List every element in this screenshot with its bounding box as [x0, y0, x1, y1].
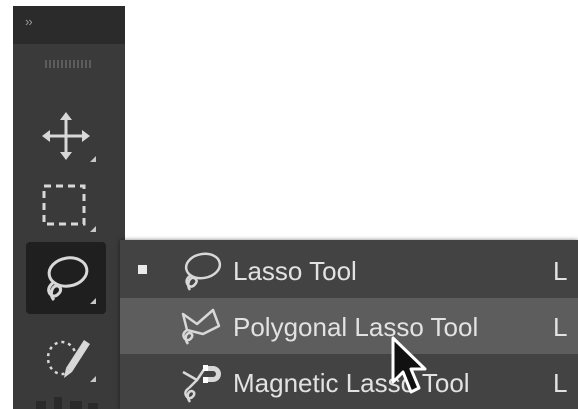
menu-item-polygonal-lasso-tool[interactable]: Polygonal Lasso Tool L	[120, 298, 578, 354]
magnetic-lasso-icon	[182, 365, 221, 403]
menu-item-shortcut: L	[553, 368, 568, 398]
partially-visible-tool-icon	[36, 397, 98, 409]
menu-item-shortcut: L	[553, 312, 568, 342]
photoshop-tool-panel: ›› Lasso Tool L Polygonal Lasso Tool L M…	[0, 0, 578, 409]
collapse-panel-icon[interactable]: ››	[25, 14, 33, 29]
submenu-indicator-icon	[90, 298, 96, 304]
submenu-indicator-icon	[90, 376, 96, 382]
tools-panel-header[interactable]: ››	[13, 6, 125, 44]
quick-selection-tool-button[interactable]	[26, 320, 106, 392]
lasso-tool-flyout-menu: Lasso Tool L Polygonal Lasso Tool L Magn…	[120, 240, 578, 409]
lasso-tool-button[interactable]	[26, 242, 106, 314]
polygonal-lasso-icon	[181, 308, 221, 345]
tools-panel: ››	[13, 6, 125, 409]
lasso-icon	[184, 252, 222, 291]
menu-item-shortcut: L	[553, 256, 568, 286]
panel-grip[interactable]	[45, 60, 93, 68]
menu-item-label: Polygonal Lasso Tool	[233, 312, 479, 342]
move-tool-button[interactable]	[26, 100, 106, 172]
menu-item-magnetic-lasso-tool[interactable]: Magnetic Lasso Tool L	[120, 354, 578, 409]
menu-item-label: Lasso Tool	[233, 256, 357, 286]
submenu-indicator-icon	[90, 156, 96, 162]
submenu-indicator-icon	[90, 226, 96, 232]
selected-tool-indicator	[138, 265, 147, 274]
menu-item-lasso-tool[interactable]: Lasso Tool L	[120, 242, 578, 298]
menu-item-label: Magnetic Lasso Tool	[233, 368, 470, 398]
marquee-tool-button[interactable]	[26, 170, 106, 242]
